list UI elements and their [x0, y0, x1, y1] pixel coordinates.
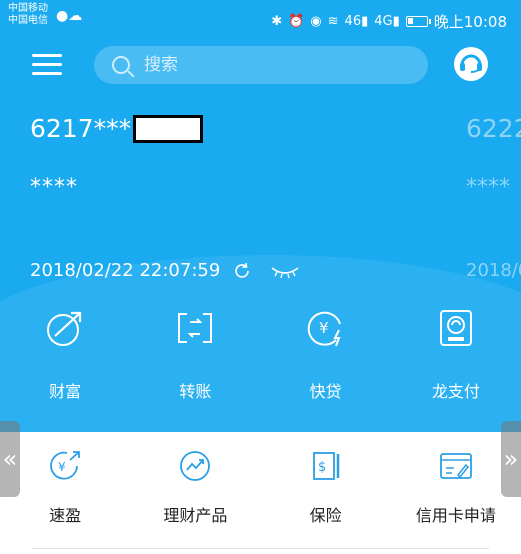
search-icon [112, 56, 130, 74]
alarm-icon: ⏰ [288, 14, 305, 29]
battery-icon [405, 16, 431, 27]
service-item-insurance[interactable]: $ 保险 [261, 448, 391, 526]
nav-item-long-pay[interactable]: 龙支付 [391, 308, 521, 402]
quick-services: ¥ 速盈 理财产品 $ 保险 信用卡申请 [0, 448, 521, 526]
signal-1-icon: 46▮ [344, 14, 369, 29]
nav-label-quick-loan: 快贷 [309, 382, 342, 401]
carrier-1: 中国移动 [8, 3, 48, 14]
account-header: 中国移动 中国电信 ●☁ ✱ ⏰ ◉ ≋ 46▮ 4G▮ 晚上10:08 621… [0, 0, 521, 432]
status-right-icons: ✱ ⏰ ◉ ≋ 46▮ 4G▮ 晚上10:08 [271, 11, 507, 32]
nav-item-transfer[interactable]: 转账 [130, 308, 260, 402]
service-label-wealth-product: 理财产品 [163, 506, 228, 525]
customer-service-icon[interactable] [453, 46, 489, 82]
quick-loan-icon: ¥ [307, 311, 341, 347]
main-nav: 财富 转账 ¥ 快贷 龙支付 [0, 308, 521, 402]
suying-icon: ¥ [50, 451, 81, 480]
search-input[interactable] [144, 55, 404, 75]
service-item-wealth-product[interactable]: 理财产品 [130, 448, 260, 526]
transfer-icon [178, 313, 213, 343]
notification-icons: ●☁ [56, 8, 83, 24]
next-balance-masked: **** [466, 175, 510, 200]
section-divider [32, 548, 489, 549]
service-item-credit-card-apply[interactable]: 信用卡申请 [391, 448, 521, 526]
bluetooth-icon: ✱ [271, 14, 283, 29]
credit-card-apply-icon [439, 453, 472, 479]
card-number-mask [133, 114, 204, 143]
next-card-number[interactable]: 6222 [466, 114, 521, 143]
service-label-credit-card-apply: 信用卡申请 [415, 506, 496, 525]
status-time: 晚上10:08 [433, 13, 507, 31]
carrier-info: 中国移动 中国电信 [8, 3, 48, 27]
signal-2-label: 4G [374, 14, 393, 29]
next-updated-time: 2018/0 [466, 260, 521, 281]
refresh-icon[interactable] [232, 261, 252, 281]
search-bar[interactable] [94, 46, 428, 84]
signal-1-label: 46 [344, 14, 362, 29]
signal-2-icon: 4G▮ [374, 14, 400, 29]
service-label-suying: 速盈 [49, 506, 82, 525]
wifi-icon: ≋ [327, 14, 339, 29]
svg-text:¥: ¥ [58, 460, 66, 474]
nav-label-transfer: 转账 [179, 382, 212, 401]
service-item-suying[interactable]: ¥ 速盈 [0, 448, 130, 526]
balance-masked: **** [30, 175, 78, 200]
service-label-insurance: 保险 [309, 506, 342, 525]
insurance-icon: $ [312, 452, 339, 480]
nav-item-quick-loan[interactable]: ¥ 快贷 [261, 308, 391, 402]
wealth-product-icon [180, 451, 211, 481]
nav-item-wealth[interactable]: 财富 [0, 308, 130, 402]
eye-comfort-icon: ◉ [310, 14, 322, 29]
status-bar: 中国移动 中国电信 ●☁ ✱ ⏰ ◉ ≋ 46▮ 4G▮ 晚上10:08 [0, 0, 521, 40]
eye-closed-icon[interactable] [270, 264, 300, 278]
balance-updated-time: 2018/02/22 22:07:59 [30, 260, 300, 281]
card-number-text: 6217*** [30, 114, 132, 143]
long-pay-icon [439, 310, 472, 346]
menu-icon[interactable] [32, 54, 62, 76]
svg-text:¥: ¥ [319, 319, 329, 337]
card-number[interactable]: 6217*** [30, 114, 204, 143]
carrier-2: 中国电信 [8, 15, 48, 26]
wealth-icon [47, 311, 82, 346]
updated-time-text: 2018/02/22 22:07:59 [30, 260, 221, 281]
nav-label-wealth: 财富 [49, 382, 82, 401]
nav-label-long-pay: 龙支付 [431, 382, 480, 401]
svg-text:$: $ [318, 460, 326, 475]
